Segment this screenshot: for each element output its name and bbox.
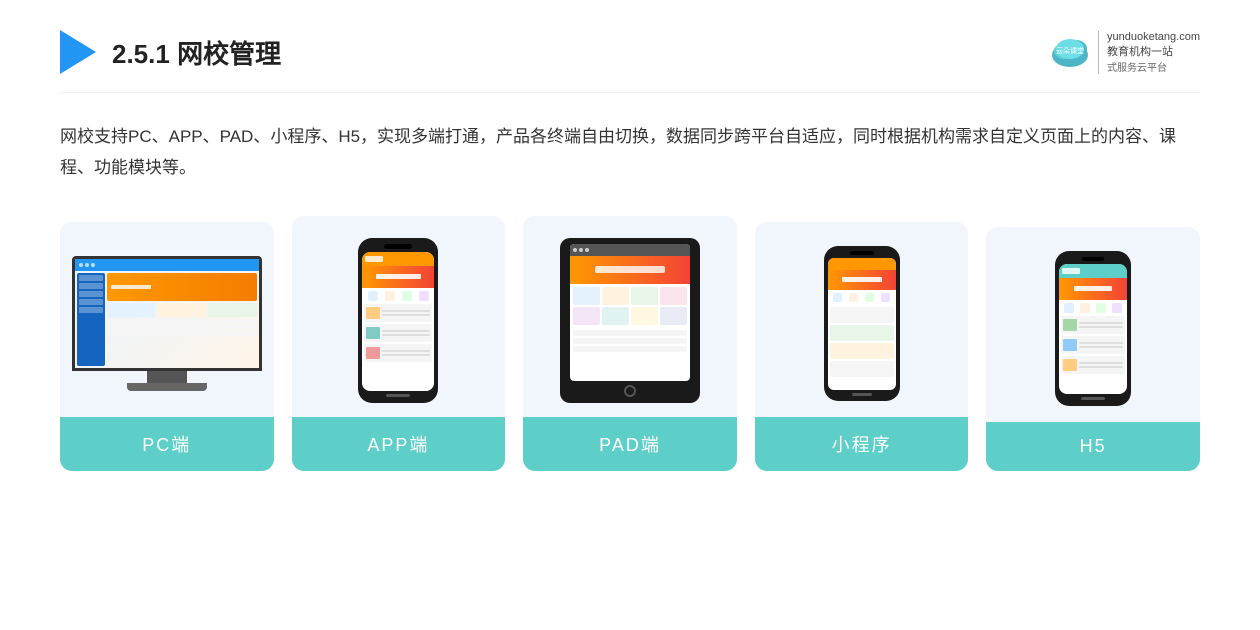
brand-icon: 云朵课堂: [1048, 33, 1092, 71]
card-pc-label: PC端: [60, 417, 274, 471]
card-pad-label: PAD端: [523, 417, 737, 471]
card-pc: PC端: [60, 222, 274, 471]
title-bold: 网校管理: [177, 39, 281, 69]
desktop-screen: [72, 256, 262, 371]
card-h5: H5: [986, 227, 1200, 471]
page-title: 2.5.1 网校管理: [112, 34, 281, 71]
brand-tagline2: 式服务云平台: [1107, 59, 1200, 74]
desktop-mockup: [72, 256, 262, 391]
card-app-label: APP端: [292, 417, 506, 471]
cards-container: PC端: [60, 216, 1200, 471]
section-number: 2.5.1: [112, 39, 177, 69]
card-h5-image: [986, 227, 1200, 422]
description-content: 网校支持PC、APP、PAD、小程序、H5，实现多端打通，产品各终端自由切换，数…: [60, 127, 1176, 177]
page-header: 2.5.1 网校管理 云朵课堂 yunduoketang.com 教: [60, 30, 1200, 93]
card-miniapp-image: [755, 222, 969, 417]
card-pad-image: [523, 216, 737, 417]
card-miniapp: 小程序: [755, 222, 969, 471]
header-right: 云朵课堂 yunduoketang.com 教育机构一站 式服务云平台: [1048, 31, 1200, 74]
brand-url: yunduoketang.com: [1107, 31, 1200, 43]
page-container: 2.5.1 网校管理 云朵课堂 yunduoketang.com 教: [0, 0, 1260, 630]
description-text: 网校支持PC、APP、PAD、小程序、H5，实现多端打通，产品各终端自由切换，数…: [60, 121, 1200, 184]
card-miniapp-label: 小程序: [755, 417, 969, 471]
tablet-mockup: [560, 238, 700, 403]
phone-mockup-app: [358, 238, 438, 403]
card-app-image: [292, 216, 506, 417]
card-pc-image: [60, 222, 274, 417]
header-left: 2.5.1 网校管理: [60, 30, 281, 74]
brand-text-block: yunduoketang.com 教育机构一站 式服务云平台: [1098, 31, 1200, 74]
brand-logo: 云朵课堂 yunduoketang.com 教育机构一站 式服务云平台: [1048, 31, 1200, 74]
logo-triangle-icon: [60, 30, 96, 74]
card-h5-label: H5: [986, 422, 1200, 471]
brand-tagline1: 教育机构一站: [1107, 43, 1200, 59]
card-app: APP端: [292, 216, 506, 471]
mini-phone-mockup: [824, 246, 900, 401]
card-pad: PAD端: [523, 216, 737, 471]
phone-mockup-h5: [1055, 251, 1131, 406]
svg-text:云朵课堂: 云朵课堂: [1056, 46, 1084, 55]
